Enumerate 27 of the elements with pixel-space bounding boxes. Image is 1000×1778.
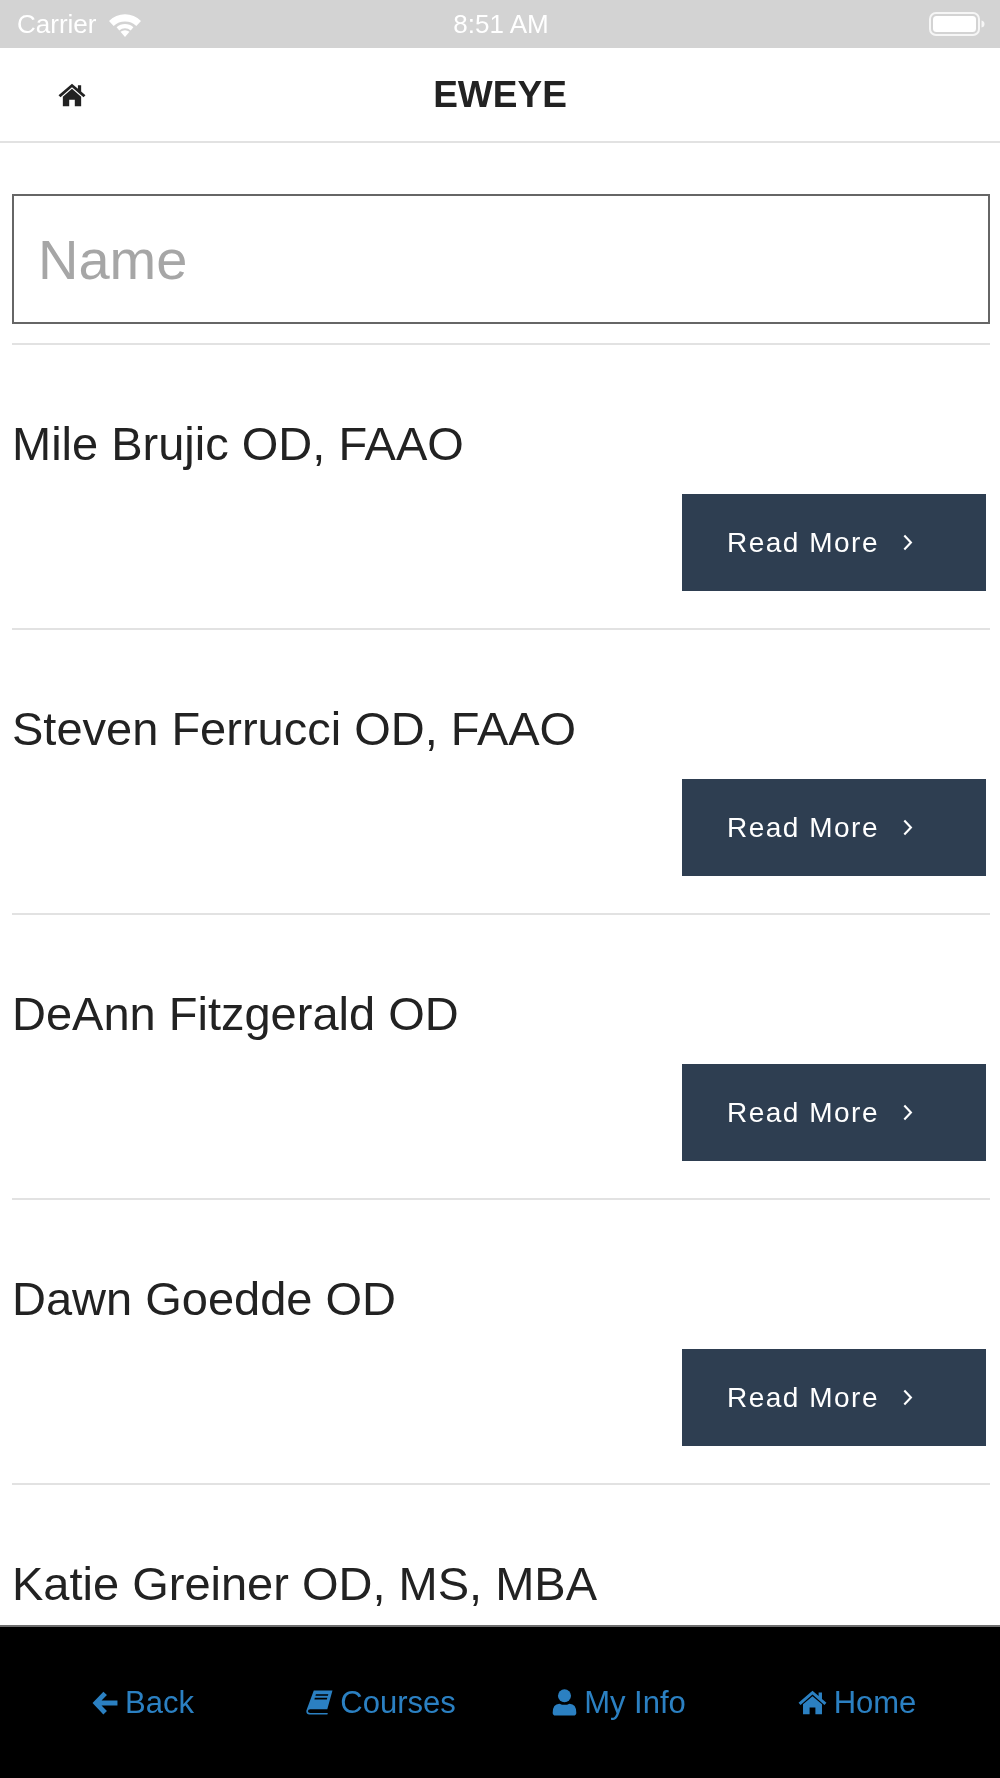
wifi-icon xyxy=(108,11,143,37)
home-tab[interactable]: Home xyxy=(797,1684,917,1721)
back-button[interactable]: Back xyxy=(92,1684,194,1721)
chevron-right-icon xyxy=(902,1104,913,1121)
read-more-button[interactable]: Read More xyxy=(682,494,986,591)
doctor-name: Dawn Goedde OD xyxy=(12,1272,397,1326)
arrow-left-icon xyxy=(92,1690,119,1715)
doctor-name: Steven Ferrucci OD, FAAO xyxy=(12,702,577,756)
battery-icon xyxy=(929,12,985,36)
read-more-button[interactable]: Read More xyxy=(682,779,986,876)
my-info-tab[interactable]: My Info xyxy=(552,1684,686,1721)
home-button[interactable] xyxy=(58,82,86,107)
book-icon xyxy=(306,1690,334,1715)
doctor-name: DeAnn Fitzgerald OD xyxy=(12,987,459,1041)
chevron-right-icon xyxy=(902,1389,913,1406)
chevron-right-icon xyxy=(902,534,913,551)
read-more-button[interactable]: Read More xyxy=(682,1064,986,1161)
read-more-button[interactable]: Read More xyxy=(682,1349,986,1446)
chevron-right-icon xyxy=(902,819,913,836)
home-icon xyxy=(58,82,86,107)
user-icon xyxy=(552,1689,578,1716)
home-icon xyxy=(797,1690,827,1715)
search-field[interactable]: Name xyxy=(12,194,990,324)
doctor-name: Mile Brujic OD, FAAO xyxy=(12,417,464,471)
app-title: EWEYE xyxy=(433,73,567,116)
courses-tab[interactable]: Courses xyxy=(306,1684,456,1721)
doctor-name: Katie Greiner OD, MS, MBA xyxy=(12,1557,598,1611)
